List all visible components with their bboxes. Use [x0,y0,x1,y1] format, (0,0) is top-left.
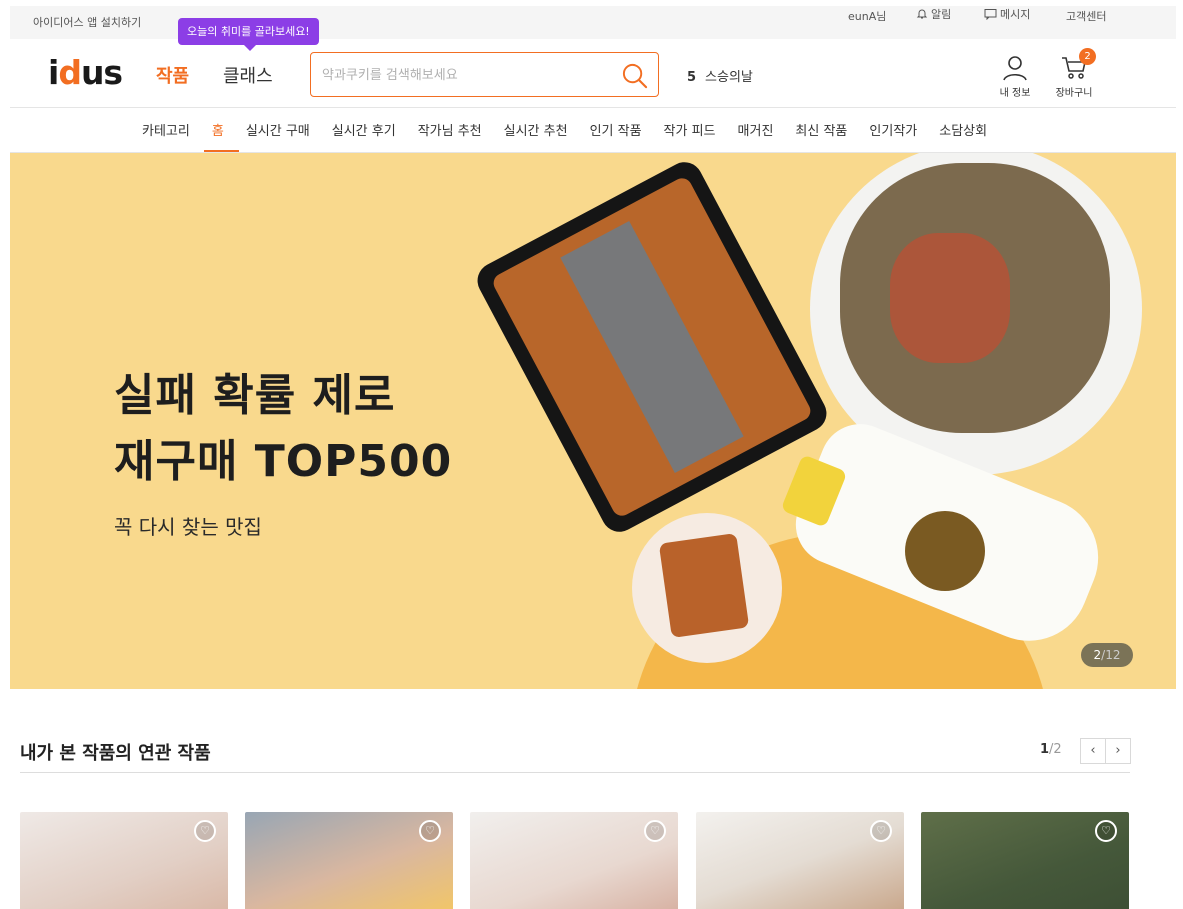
alarm-link[interactable]: 알림 [916,6,951,22]
prev-page-button[interactable]: ‹ [1080,738,1106,764]
cat-nav-realtime-review[interactable]: 실시간 후기 [332,120,396,139]
trending-rank: 5 [687,70,697,85]
logo-part-us: us [80,53,123,92]
slide-total: /12 [1101,648,1121,662]
related-pager: 1/2 [1040,742,1062,757]
cat-nav-sodam[interactable]: 소담상회 [939,120,987,139]
nav-classes-tab[interactable]: 클래스 [223,62,273,88]
cat-nav-realtime-recommend[interactable]: 실시간 추천 [504,120,568,139]
heart-icon[interactable]: ♡ [644,820,666,842]
my-info-button[interactable]: 내 정보 [997,55,1033,99]
user-name-link[interactable]: eunA님 [848,8,886,24]
cat-nav-popular-artists[interactable]: 인기작가 [869,120,917,139]
cat-nav-artist-pick[interactable]: 작가님 추천 [418,120,482,139]
nav-products-tab[interactable]: 작품 [156,62,189,88]
bell-icon [916,9,928,19]
pager-current: 1 [1040,742,1050,757]
header-divider [10,107,1176,108]
product-card[interactable]: ♡ [696,812,904,909]
related-divider [20,772,1130,773]
product-card[interactable]: ♡ [245,812,453,909]
message-link[interactable]: 메시지 [984,6,1030,22]
crab-roe-image [890,233,1010,363]
message-icon [984,9,997,20]
my-info-label: 내 정보 [999,88,1031,99]
trending-keyword[interactable]: 5 스승의날 [687,66,753,85]
cat-nav-realtime-purchase[interactable]: 실시간 구매 [246,120,310,139]
product-card[interactable]: ♡ [921,812,1129,909]
cat-nav-magazine[interactable]: 매거진 [738,120,774,139]
hero-banner[interactable]: 실패 확률 제로 재구매 TOP500 꼭 다시 찾는 맛집 2/12 [10,153,1176,689]
banner-title-line2: 재구매 TOP500 [114,436,453,487]
pager-total: /2 [1049,742,1062,757]
cat-nav-home[interactable]: 홈 [212,120,224,139]
search-box [310,52,659,97]
next-page-button[interactable]: › [1105,738,1131,764]
cat-nav-category[interactable]: 카테고리 [142,120,190,139]
yakgwa-tray-image [471,155,833,539]
cat-nav-new-products[interactable]: 최신 작품 [795,120,847,139]
heart-icon[interactable]: ♡ [870,820,892,842]
bottle-logo [905,511,985,591]
cart-label: 장바구니 [1055,88,1093,99]
heart-icon[interactable]: ♡ [194,820,216,842]
customer-center-link[interactable]: 고객센터 [1066,8,1106,24]
idus-logo[interactable]: idus [48,53,123,92]
install-app-link[interactable]: 아이디어스 앱 설치하기 [33,14,141,30]
alarm-label: 알림 [931,8,952,21]
user-icon [1003,56,1027,81]
product-card[interactable]: ♡ [20,812,228,909]
heart-icon[interactable]: ♡ [1095,820,1117,842]
message-label: 메시지 [1000,8,1031,21]
yakgwa-cookies [490,174,814,520]
slide-counter: 2/12 [1081,643,1133,667]
logo-part-i: i [48,53,59,92]
banner-title-line1: 실패 확률 제로 [114,370,396,421]
related-section-title: 내가 본 작품의 연관 작품 [20,743,211,764]
cart-count-badge: 2 [1079,48,1096,65]
product-card[interactable]: ♡ [470,812,678,909]
cat-nav-artist-feed[interactable]: 작가 피드 [664,120,716,139]
search-icon[interactable] [621,62,648,89]
trending-keyword-text: 스승의날 [705,70,753,85]
banner-subtitle: 꼭 다시 찾는 맛집 [114,515,262,539]
cat-nav-popular-products[interactable]: 인기 작품 [590,120,642,139]
slide-current: 2 [1093,648,1102,662]
hobby-tooltip[interactable]: 오늘의 취미를 골라보세요! [178,18,319,51]
yakgwa-piece-image [658,533,750,638]
heart-icon[interactable]: ♡ [419,820,441,842]
yakgwa-label [560,220,744,474]
logo-part-d: d [58,53,82,92]
category-nav: 카테고리 홈 실시간 구매 실시간 후기 작가님 추천 실시간 추천 인기 작품… [142,120,1009,139]
search-input[interactable] [322,63,612,87]
cart-button[interactable]: 장바구니 2 [1053,48,1096,99]
